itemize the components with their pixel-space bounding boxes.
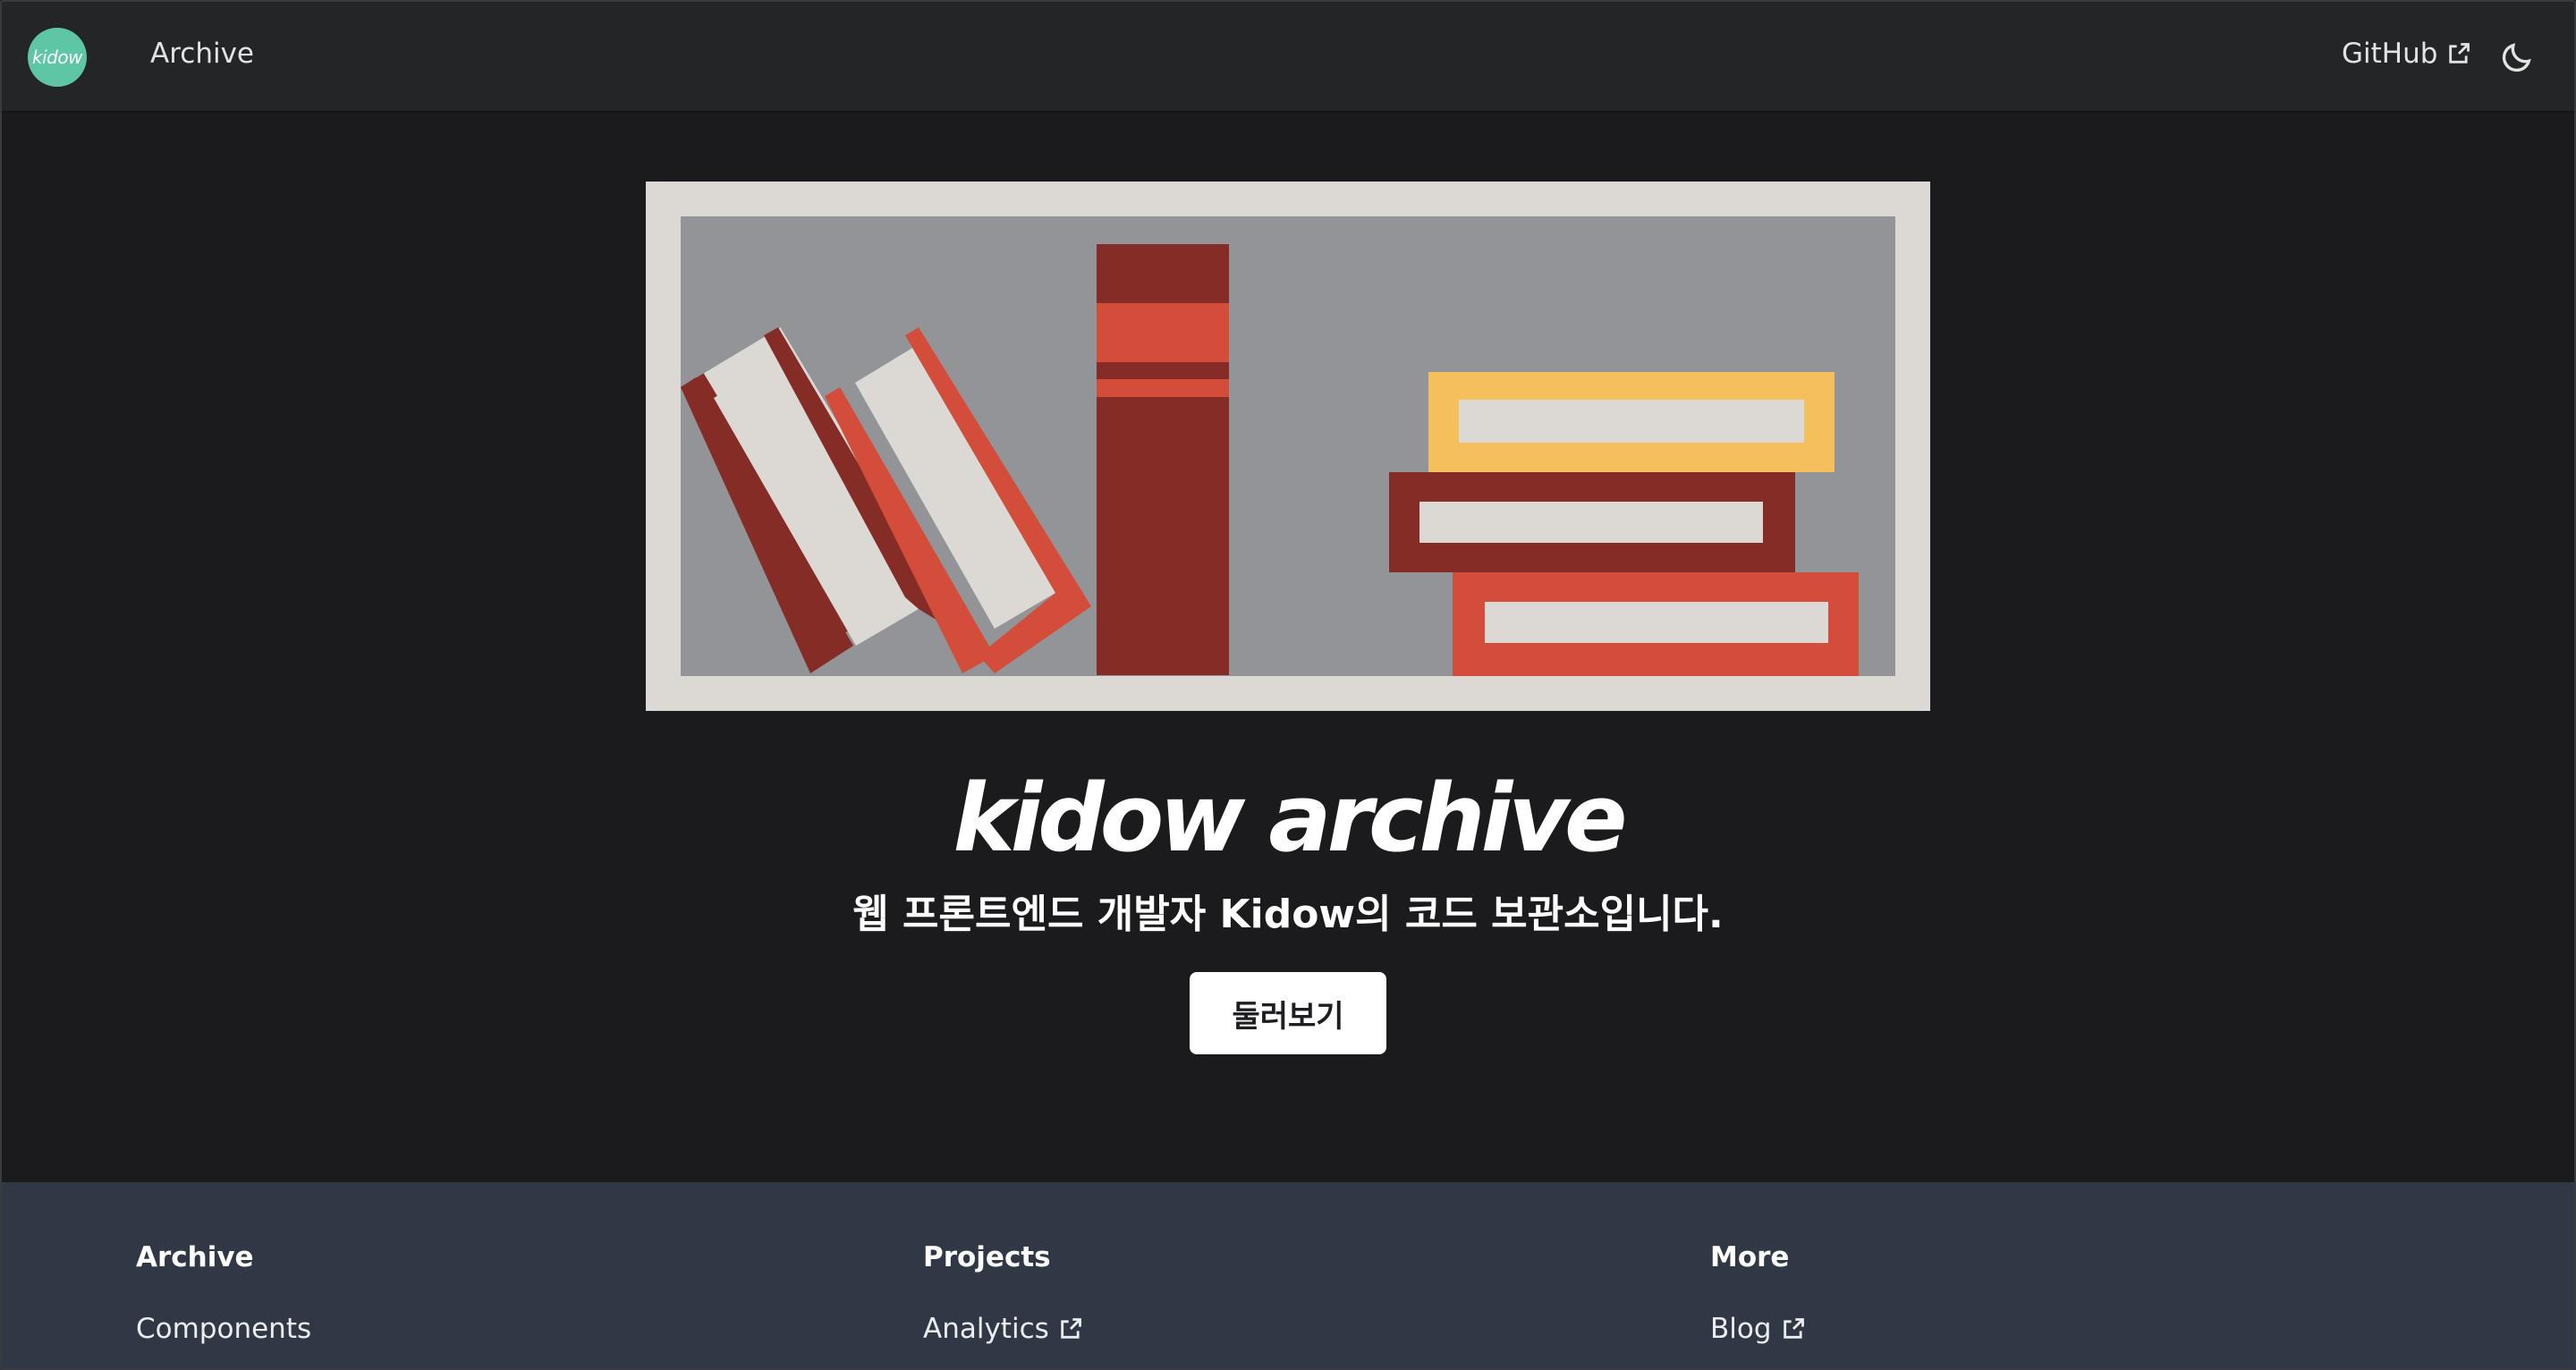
footer-link-components[interactable]: Components (136, 1313, 311, 1345)
github-label: GitHub (2342, 38, 2438, 70)
footer-link-label: Analytics (923, 1313, 1049, 1345)
navbar: kidow Archive GitHub (0, 0, 2576, 111)
logo[interactable]: kidow (28, 28, 87, 87)
hero-title: kidow archive (953, 764, 1627, 873)
bookshelf-illustration (646, 182, 1930, 711)
logo-text: kidow (32, 47, 82, 68)
footer-column-projects: Projects Analytics (923, 1241, 1083, 1345)
theme-toggle-button[interactable] (2496, 36, 2538, 79)
footer-link-label: Blog (1710, 1313, 1772, 1345)
footer-heading: More (1710, 1241, 1790, 1273)
hero-subtitle: 웹 프론트엔드 개발자 Kidow의 코드 보관소입니다. (852, 892, 1724, 937)
stack-book-yellow-pages (1459, 400, 1804, 443)
external-link-icon (2449, 43, 2470, 63)
external-link-icon (1783, 1318, 1804, 1339)
standing-book-band-2 (1097, 379, 1229, 397)
nav-link-archive[interactable]: Archive (150, 38, 254, 70)
footer-link-analytics[interactable]: Analytics (923, 1313, 1083, 1345)
standing-book-band-1 (1097, 303, 1229, 362)
footer-heading: Projects (923, 1241, 1051, 1273)
footer-column-archive: Archive Components (136, 1241, 311, 1345)
footer-heading: Archive (136, 1241, 254, 1273)
footer: Archive Components Projects Analytics Mo… (0, 1182, 2576, 1370)
external-link-icon (1061, 1318, 1081, 1339)
stack-book-red-pages (1485, 602, 1828, 643)
browse-button[interactable]: 둘러보기 (1190, 972, 1386, 1054)
nav-link-github[interactable]: GitHub (2342, 38, 2471, 70)
moon-icon (2502, 43, 2531, 72)
footer-link-label: Components (136, 1313, 312, 1345)
stack-book-darkred-pages (1419, 502, 1763, 543)
footer-column-more: More Blog (1710, 1241, 1806, 1345)
footer-link-blog[interactable]: Blog (1710, 1313, 1806, 1345)
